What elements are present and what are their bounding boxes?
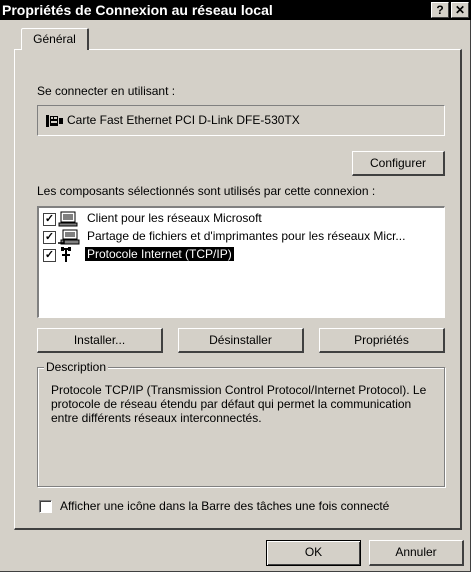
help-button[interactable]: ? xyxy=(431,2,449,18)
configure-button[interactable]: Configurer xyxy=(352,151,445,176)
window-title: Propriétés de Connexion au réseau local xyxy=(2,2,273,18)
protocol-icon xyxy=(61,247,71,262)
component-checkbox[interactable]: ✓ xyxy=(43,231,56,244)
description-text: Protocole TCP/IP (Transmission Control P… xyxy=(51,383,427,425)
cancel-button[interactable]: Annuler xyxy=(369,540,464,566)
title-bar[interactable]: Propriétés de Connexion au réseau local … xyxy=(0,0,471,20)
file-printer-sharing-icon xyxy=(58,229,80,245)
close-button[interactable]: ✕ xyxy=(451,2,469,18)
components-list[interactable]: ✓ Client pour les réseaux Microsoft ✓ Pa… xyxy=(37,206,445,318)
description-legend: Description xyxy=(44,360,109,374)
connect-using-label: Se connecter en utilisant : xyxy=(37,84,176,98)
ok-button[interactable]: OK xyxy=(266,540,361,566)
component-label: Protocole Internet (TCP/IP) xyxy=(85,247,234,261)
properties-button[interactable]: Propriétés xyxy=(319,328,445,353)
uninstall-button[interactable]: Désinstaller xyxy=(178,328,304,353)
network-card-icon xyxy=(46,115,63,127)
adapter-name: Carte Fast Ethernet PCI D-Link DFE-530TX xyxy=(67,113,300,127)
tab-general[interactable]: Général xyxy=(21,28,89,50)
properties-dialog: Propriétés de Connexion au réseau local … xyxy=(0,0,471,572)
show-icon-label: Afficher une icône dans la Barre des tâc… xyxy=(60,499,390,513)
component-label: Partage de fichiers et d'imprimantes pou… xyxy=(87,229,406,243)
show-icon-checkbox[interactable] xyxy=(39,500,52,513)
component-checkbox[interactable]: ✓ xyxy=(43,249,56,262)
network-client-icon xyxy=(58,211,78,227)
component-label: Client pour les réseaux Microsoft xyxy=(87,211,262,225)
components-label: Les composants sélectionnés sont utilisé… xyxy=(37,184,376,198)
adapter-field: Carte Fast Ethernet PCI D-Link DFE-530TX xyxy=(37,105,445,136)
component-checkbox[interactable]: ✓ xyxy=(43,213,56,226)
install-button[interactable]: Installer... xyxy=(37,328,163,353)
